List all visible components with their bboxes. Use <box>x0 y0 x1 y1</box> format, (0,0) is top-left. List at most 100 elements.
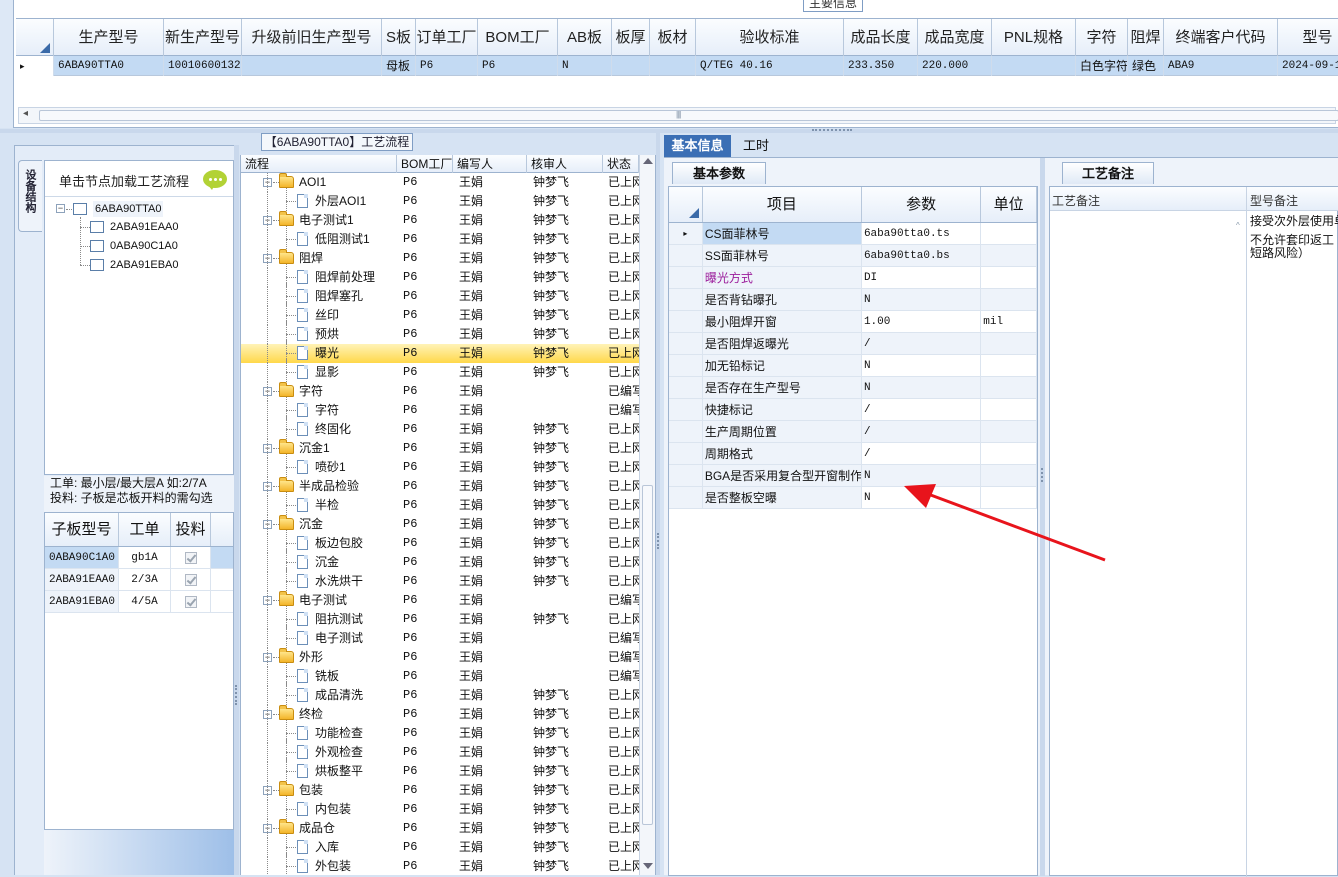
table-row[interactable]: 曝光方式 DI <box>669 267 1037 289</box>
column-header[interactable]: 工单 <box>119 513 171 546</box>
checkbox-icon[interactable] <box>73 203 87 215</box>
param-value[interactable]: 6aba90tta0.ts <box>862 223 982 244</box>
column-header[interactable]: 单位 <box>981 187 1037 222</box>
table-row[interactable]: 加无铅标记 N <box>669 355 1037 377</box>
table-row[interactable]: − 字符 P6 王娟 已编写 <box>241 382 639 401</box>
column-header[interactable]: 核审人 <box>527 155 603 173</box>
column-header[interactable]: 阻焊 <box>1128 19 1164 57</box>
table-row[interactable]: 2ABA91EBA0 4/5A <box>45 591 233 613</box>
table-cell[interactable]: P6 <box>478 56 558 76</box>
table-row[interactable]: − 半成品检验 P6 王娟 钟梦飞 已上网 <box>241 477 639 496</box>
table-row[interactable]: 快捷标记 / <box>669 399 1037 421</box>
param-value[interactable]: 6aba90tta0.bs <box>861 245 982 266</box>
sub-board-order[interactable]: gb1A <box>119 547 171 568</box>
table-cell[interactable]: 白色字符 <box>1076 56 1128 76</box>
tab-basic-info[interactable]: 基本信息 <box>664 135 731 157</box>
scroll-left-arrow-icon[interactable]: ◂ <box>23 108 28 119</box>
param-unit[interactable]: mil <box>981 311 1037 332</box>
table-row[interactable]: 电子测试 P6 王娟 已编写 <box>241 625 639 648</box>
param-unit[interactable] <box>981 443 1037 464</box>
param-value[interactable]: DI <box>862 267 982 288</box>
table-row[interactable]: 预烘 P6 王娟 钟梦飞 已上网 <box>241 321 639 344</box>
table-row[interactable]: 入库 P6 王娟 钟梦飞 已上网 <box>241 834 639 857</box>
sub-board-order[interactable]: 4/5A <box>119 591 171 612</box>
column-header[interactable]: BOM工厂 <box>397 155 453 173</box>
table-row[interactable]: 阻抗测试 P6 王娟 钟梦飞 已上网 <box>241 606 639 629</box>
table-cell[interactable]: 2024-09-10 <box>1278 56 1338 76</box>
table-row[interactable]: 是否背钻曝孔 N <box>669 289 1037 311</box>
table-cell[interactable]: N <box>558 56 612 76</box>
table-cell[interactable]: 10010600132345 <box>164 56 242 76</box>
table-row[interactable]: − 电子测试1 P6 王娟 钟梦飞 已上网 <box>241 211 639 230</box>
table-row[interactable]: 2ABA91EAA0 2/3A <box>45 569 233 591</box>
table-cell[interactable]: 6ABA90TTA0 <box>54 56 164 76</box>
table-cell[interactable]: P6 <box>416 56 478 76</box>
table-cell[interactable] <box>650 56 696 76</box>
checkbox-checked-icon[interactable] <box>184 552 197 564</box>
column-header[interactable]: 新生产型号 <box>164 19 242 57</box>
column-header[interactable]: AB板 <box>558 19 612 57</box>
feed-checkbox[interactable] <box>171 591 211 612</box>
table-row[interactable]: 半检 P6 王娟 钟梦飞 已上网 <box>241 492 639 515</box>
sub-board-order[interactable]: 2/3A <box>119 569 171 590</box>
column-header[interactable]: 编写人 <box>453 155 527 173</box>
table-row[interactable]: 终固化 P6 王娟 钟梦飞 已上网 <box>241 416 639 439</box>
vertical-splitter[interactable] <box>234 145 239 875</box>
table-row[interactable]: ▸ CS面菲林号 6aba90tta0.ts <box>669 223 1037 245</box>
table-row[interactable]: 喷砂1 P6 王娟 钟梦飞 已上网 <box>241 454 639 477</box>
table-cell[interactable]: 220.000 <box>918 56 992 76</box>
table-row[interactable]: 曝光 P6 王娟 钟梦飞 已上网 <box>241 340 639 363</box>
param-value[interactable]: N <box>861 289 982 310</box>
param-unit[interactable] <box>981 333 1037 354</box>
table-row[interactable]: 外层AOI1 P6 王娟 钟梦飞 已上网 <box>241 188 639 211</box>
param-unit[interactable] <box>981 377 1037 398</box>
feed-checkbox[interactable] <box>171 547 211 568</box>
table-row[interactable]: 周期格式 / <box>669 443 1037 465</box>
table-cell[interactable]: ABA9 <box>1164 56 1278 76</box>
table-row[interactable]: − AOI1 P6 王娟 钟梦飞 已上网 <box>241 173 639 192</box>
table-row[interactable]: 字符 P6 王娟 已编写 <box>241 397 639 420</box>
table-row[interactable]: 沉金 P6 王娟 钟梦飞 已上网 <box>241 549 639 572</box>
param-unit[interactable] <box>981 223 1037 244</box>
top-grid-row[interactable]: ▸6ABA90TTA010010600132345母板P6P6NQ/TEG 40… <box>16 56 1338 76</box>
flow-vscrollbar[interactable] <box>639 155 655 875</box>
table-row[interactable]: 成品清洗 P6 王娟 钟梦飞 已上网 <box>241 682 639 705</box>
param-value[interactable]: N <box>861 465 982 486</box>
table-row[interactable]: 生产周期位置 / <box>669 421 1037 443</box>
table-row[interactable]: − 沉金 P6 王娟 钟梦飞 已上网 <box>241 515 639 534</box>
vertical-splitter[interactable] <box>1040 158 1045 876</box>
column-header[interactable]: 流程 <box>241 155 397 173</box>
column-header[interactable]: 子板型号 <box>45 513 119 546</box>
column-header[interactable]: S板 <box>382 19 416 57</box>
param-value[interactable]: N <box>861 377 982 398</box>
table-row[interactable]: 是否存在生产型号 N <box>669 377 1037 399</box>
column-header[interactable]: 参数 <box>862 187 982 222</box>
column-header[interactable]: BOM工厂 <box>478 19 558 57</box>
table-row[interactable]: SS面菲林号 6aba90tta0.bs <box>669 245 1037 267</box>
tab-basic-params[interactable]: 基本参数 <box>672 162 766 184</box>
param-unit[interactable] <box>981 399 1037 420</box>
table-row[interactable]: 功能检查 P6 王娟 钟梦飞 已上网 <box>241 720 639 743</box>
tab-process-notes[interactable]: 工艺备注 <box>1062 162 1154 184</box>
column-header[interactable]: 投料 <box>171 513 211 546</box>
column-header[interactable]: 项目 <box>703 187 862 222</box>
table-row[interactable]: − 终检 P6 王娟 钟梦飞 已上网 <box>241 705 639 724</box>
table-row[interactable]: 是否整板空曝 N <box>669 487 1037 509</box>
table-cell[interactable] <box>612 56 650 76</box>
table-row[interactable]: 低阻测试1 P6 王娟 钟梦飞 已上网 <box>241 226 639 249</box>
table-row[interactable]: − 阻焊 P6 王娟 钟梦飞 已上网 <box>241 249 639 268</box>
table-row[interactable]: 阻焊前处理 P6 王娟 钟梦飞 已上网 <box>241 264 639 287</box>
param-value[interactable]: N <box>862 355 982 376</box>
checkbox-icon[interactable] <box>90 221 104 233</box>
scroll-down-arrow-icon[interactable] <box>643 863 653 869</box>
table-row[interactable]: 外观检查 P6 王娟 钟梦飞 已上网 <box>241 739 639 762</box>
side-tab-structure[interactable]: 设备结构 <box>18 160 42 232</box>
param-unit[interactable] <box>981 421 1037 442</box>
column-header[interactable]: 板厚 <box>612 19 650 57</box>
table-row[interactable]: 铣板 P6 王娟 已编写 <box>241 663 639 686</box>
column-header[interactable]: 成品长度 <box>844 19 918 57</box>
table-row[interactable]: − 电子测试 P6 王娟 已编写 <box>241 591 639 610</box>
table-row[interactable]: 是否阻焊返曝光 / <box>669 333 1037 355</box>
table-cell[interactable] <box>992 56 1076 76</box>
param-value[interactable]: / <box>862 443 982 464</box>
